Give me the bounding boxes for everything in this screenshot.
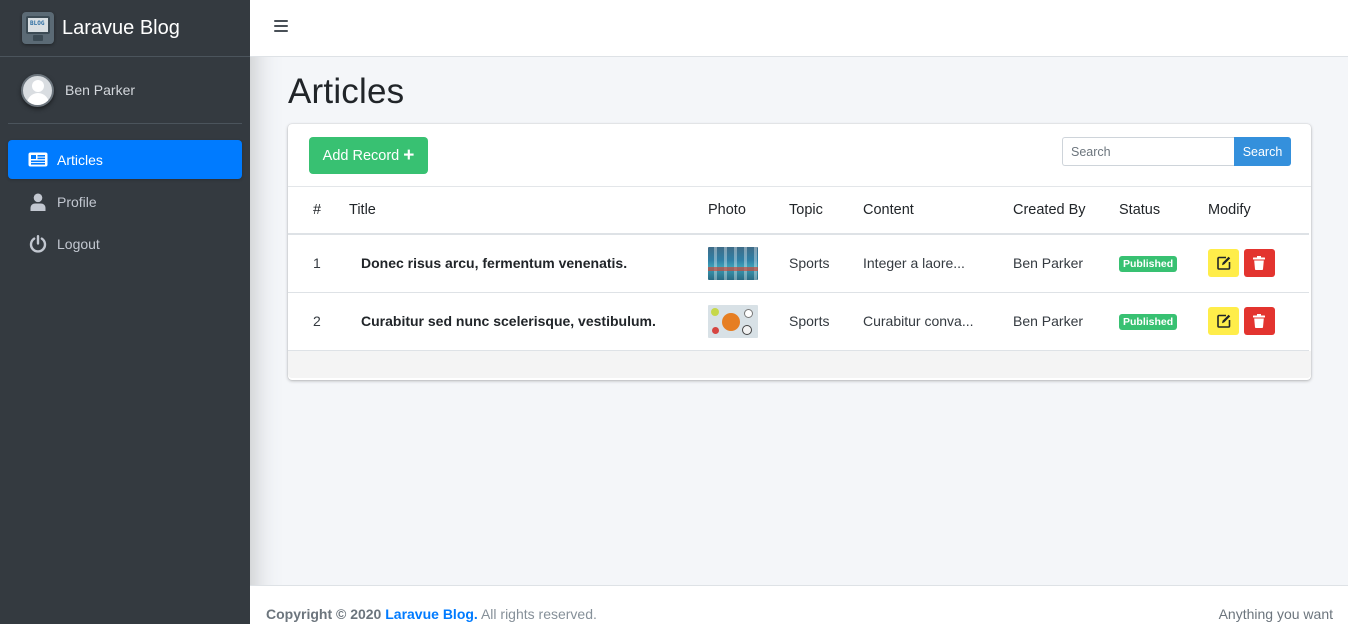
article-status: Published bbox=[1119, 292, 1208, 351]
top-navbar bbox=[250, 0, 1348, 57]
edit-icon bbox=[1216, 314, 1230, 328]
page-title: Articles bbox=[288, 72, 405, 111]
article-status: Published bbox=[1119, 234, 1208, 293]
sidebar-item-logout[interactable]: Logout bbox=[8, 224, 242, 263]
article-topic: Sports bbox=[789, 292, 863, 351]
power-icon bbox=[27, 234, 49, 253]
blog-logo-icon: BLOG bbox=[22, 12, 54, 44]
article-content: Curabitur conva... bbox=[863, 292, 1013, 351]
articles-table: # Title Photo Topic Content Created By S… bbox=[288, 187, 1309, 351]
column-header: Content bbox=[863, 187, 1013, 235]
article-title: Donec risus arcu, fermentum venenatis. bbox=[349, 234, 708, 293]
add-record-label: Add Record bbox=[322, 147, 400, 164]
sidebar-nav: Articles Profile Logout bbox=[0, 124, 250, 263]
column-header: Photo bbox=[708, 187, 789, 235]
trash-icon bbox=[1253, 314, 1266, 328]
edit-icon bbox=[1216, 256, 1230, 271]
hamburger-icon[interactable] bbox=[274, 20, 288, 34]
articles-card: Add Record + Search # Title Photo Topic … bbox=[288, 124, 1311, 380]
footer-brand-link[interactable]: Laravue Blog. bbox=[385, 606, 478, 622]
column-header: Modify bbox=[1208, 187, 1309, 235]
article-photo bbox=[708, 234, 789, 293]
article-author: Ben Parker bbox=[1013, 292, 1119, 351]
row-number: 1 bbox=[288, 234, 349, 293]
page-footer: Copyright © 2020 Laravue Blog. All right… bbox=[250, 585, 1348, 624]
plus-icon: + bbox=[403, 145, 415, 166]
article-topic: Sports bbox=[789, 234, 863, 293]
table-row: 2 Curabitur sed nunc scelerisque, vestib… bbox=[288, 292, 1309, 351]
search-form: Search bbox=[1062, 137, 1291, 166]
user-icon bbox=[27, 193, 49, 211]
sidebar-item-profile[interactable]: Profile bbox=[8, 182, 242, 221]
rights-text: All rights reserved. bbox=[480, 606, 597, 622]
brand-name: Laravue Blog bbox=[62, 16, 180, 39]
newspaper-icon bbox=[27, 151, 49, 169]
column-header: Created By bbox=[1013, 187, 1119, 235]
card-footer bbox=[288, 350, 1311, 378]
sidebar-item-label: Logout bbox=[57, 235, 100, 252]
footer-tagline: Anything you want bbox=[1218, 606, 1333, 622]
edit-button[interactable] bbox=[1208, 249, 1239, 278]
user-name[interactable]: Ben Parker bbox=[65, 82, 135, 98]
delete-button[interactable] bbox=[1243, 307, 1275, 335]
table-row: 1 Donec risus arcu, fermentum venenatis.… bbox=[288, 234, 1309, 293]
modify-cell bbox=[1208, 292, 1309, 351]
column-header: Title bbox=[349, 187, 708, 235]
article-author: Ben Parker bbox=[1013, 234, 1119, 293]
brand-link[interactable]: BLOG Laravue Blog bbox=[0, 0, 250, 57]
column-header: Topic bbox=[789, 187, 863, 235]
swimming-pool-photo bbox=[708, 246, 758, 280]
avatar[interactable] bbox=[21, 73, 54, 107]
search-input[interactable] bbox=[1062, 137, 1234, 166]
card-header: Add Record + Search bbox=[288, 124, 1311, 187]
table-header-row: # Title Photo Topic Content Created By S… bbox=[288, 187, 1309, 235]
trash-icon bbox=[1253, 256, 1266, 271]
delete-button[interactable] bbox=[1243, 249, 1275, 278]
status-badge: Published bbox=[1119, 256, 1178, 273]
sidebar-item-label: Profile bbox=[57, 193, 97, 210]
sidebar-item-label: Articles bbox=[57, 151, 103, 168]
article-content: Integer a laore... bbox=[863, 234, 1013, 293]
column-header: # bbox=[288, 187, 349, 235]
footer-copyright: Copyright © 2020 Laravue Blog. All right… bbox=[266, 606, 597, 622]
add-record-button[interactable]: Add Record + bbox=[309, 137, 428, 174]
sports-balls-photo bbox=[708, 304, 758, 338]
sidebar-item-articles[interactable]: Articles bbox=[8, 140, 242, 179]
sidebar: BLOG Laravue Blog Ben Parker Articles Pr… bbox=[0, 0, 250, 624]
article-title: Curabitur sed nunc scelerisque, vestibul… bbox=[349, 292, 708, 351]
copyright-text: Copyright © 2020 bbox=[266, 606, 382, 622]
row-number: 2 bbox=[288, 292, 349, 351]
search-button[interactable]: Search bbox=[1234, 137, 1291, 166]
edit-button[interactable] bbox=[1208, 307, 1239, 335]
user-panel: Ben Parker bbox=[8, 57, 242, 124]
modify-cell bbox=[1208, 234, 1309, 293]
column-header: Status bbox=[1119, 187, 1208, 235]
article-photo bbox=[708, 292, 789, 351]
status-badge: Published bbox=[1119, 314, 1178, 330]
